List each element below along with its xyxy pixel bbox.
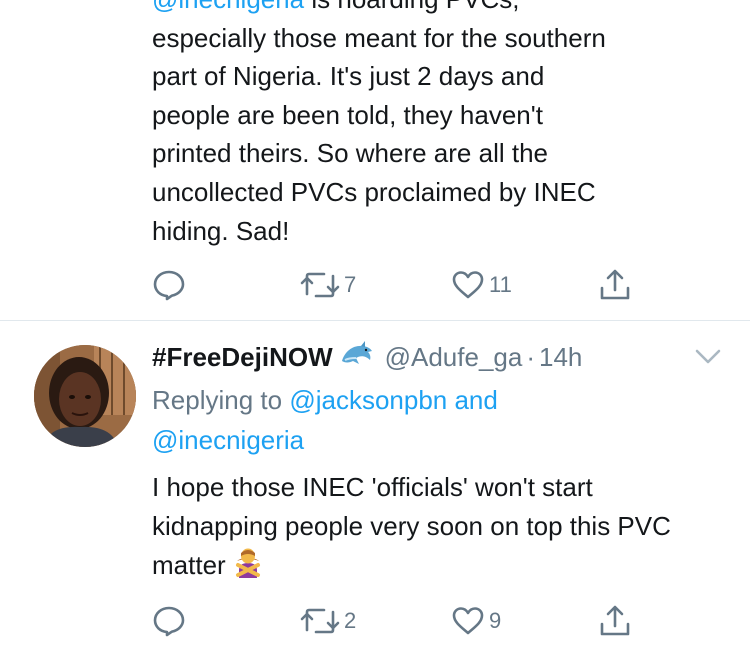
share-button[interactable] — [598, 265, 632, 305]
tweet-header: #FreeDejiNOW @Adufe_ga · 14h — [152, 337, 582, 377]
share-icon — [598, 267, 632, 303]
display-name[interactable]: #FreeDejiNOW — [152, 342, 333, 373]
tweet-text-rest: especially those meant for the southern … — [152, 22, 606, 246]
dolphin-emoji — [339, 339, 375, 376]
reply-icon — [152, 268, 186, 302]
mention-link[interactable]: @jacksonpbn — [289, 385, 447, 415]
share-button[interactable] — [598, 601, 632, 641]
tweet-text: I hope those INEC 'officials' won't star… — [152, 468, 722, 591]
separator-dot: · — [526, 341, 535, 372]
retweet-button[interactable]: 2 — [300, 601, 356, 641]
reply-button[interactable] — [152, 601, 186, 641]
timeline: @inecnigeria is hoarding PVCs, especiall… — [0, 0, 750, 663]
reply-button[interactable] — [152, 265, 186, 305]
like-button[interactable]: 9 — [451, 601, 501, 641]
tweet-text-line: is hoarding PVCs, — [304, 0, 519, 14]
tweet-text-content: I hope those INEC 'officials' won't star… — [152, 472, 671, 580]
retweet-icon — [300, 268, 340, 302]
timestamp[interactable]: 14h — [539, 342, 582, 373]
replying-prefix: Replying to — [152, 385, 290, 415]
mention-link[interactable]: @inecnigeria — [152, 425, 304, 455]
user-handle[interactable]: @Adufe_ga — [385, 342, 523, 373]
replying-to: Replying to @jacksonpbn and @inecnigeria — [152, 380, 712, 460]
mention-link[interactable]: @inecnigeria — [152, 0, 304, 14]
retweet-count: 2 — [344, 608, 357, 633]
tweet[interactable]: #FreeDejiNOW @Adufe_ga · 14h Replying to… — [0, 321, 750, 663]
share-icon — [598, 603, 632, 639]
chevron-down-icon[interactable] — [694, 347, 722, 372]
tweet-actions: 7 11 — [152, 265, 652, 305]
retweet-icon — [300, 604, 340, 638]
heart-icon — [451, 268, 485, 302]
tweet-text: @inecnigeria is hoarding PVCs, especiall… — [152, 0, 722, 250]
tweet[interactable]: @inecnigeria is hoarding PVCs, especiall… — [0, 0, 750, 320]
heart-icon — [451, 604, 485, 638]
reply-icon — [152, 604, 186, 638]
like-count: 9 — [489, 608, 502, 633]
like-count: 11 — [489, 272, 512, 297]
replying-and: and — [447, 385, 498, 415]
person-gesturing-no-emoji — [232, 548, 264, 591]
retweet-button[interactable]: 7 — [300, 265, 356, 305]
tweet-actions: 2 9 — [152, 601, 652, 641]
like-button[interactable]: 11 — [451, 265, 512, 305]
retweet-count: 7 — [344, 272, 357, 297]
avatar[interactable] — [34, 345, 136, 447]
